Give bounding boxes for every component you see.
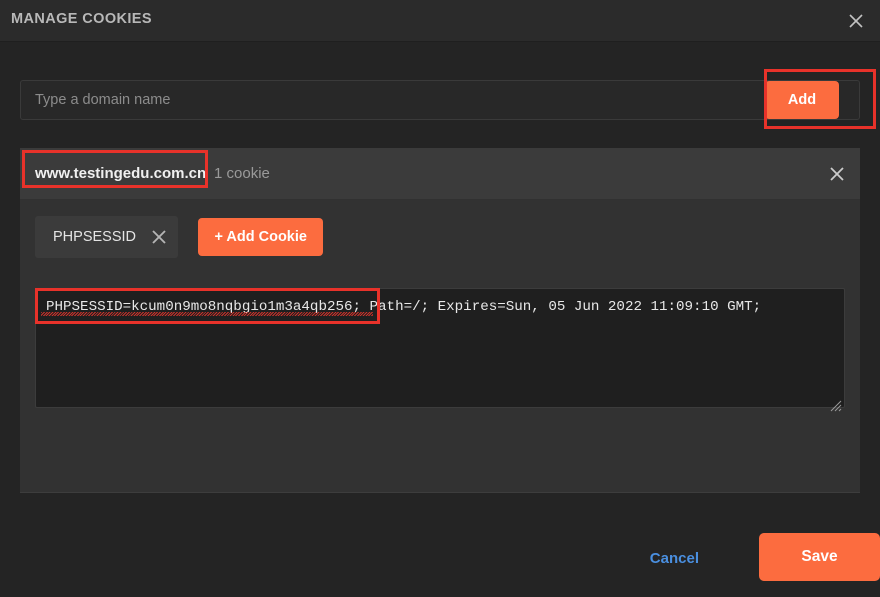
modal-header: MANAGE COOKIES bbox=[0, 0, 880, 42]
remove-cookie-icon[interactable] bbox=[146, 224, 172, 250]
cookie-chip-label: PHPSESSID bbox=[53, 229, 136, 245]
cookie-chip-phpsessid[interactable]: PHPSESSID bbox=[35, 216, 178, 258]
cancel-button[interactable]: Cancel bbox=[650, 550, 699, 567]
domain-card: www.testingedu.com.cn 1 cookie PHPSESSID bbox=[20, 148, 880, 581]
remove-domain-icon[interactable] bbox=[822, 159, 852, 189]
add-cookie-button[interactable]: + Add Cookie bbox=[198, 218, 323, 256]
modal-body: Add www.testingedu.com.cn 1 cookie PHPSE… bbox=[0, 43, 880, 581]
domain-add-row bbox=[20, 80, 860, 120]
cookie-count-label: 1 cookie bbox=[214, 165, 270, 182]
add-domain-button[interactable]: Add bbox=[765, 81, 839, 119]
domain-name-label: www.testingedu.com.cn bbox=[35, 165, 207, 182]
page-title: MANAGE COOKIES bbox=[11, 11, 152, 27]
cookie-value-textarea[interactable] bbox=[35, 288, 845, 408]
domain-card-header: www.testingedu.com.cn 1 cookie bbox=[20, 148, 860, 200]
footer-actions: Cancel Save bbox=[40, 533, 880, 597]
cookie-chip-row: PHPSESSID + Add Cookie bbox=[35, 216, 323, 258]
save-button[interactable]: Save bbox=[759, 533, 880, 581]
close-icon[interactable] bbox=[841, 6, 871, 36]
domain-name-input[interactable] bbox=[20, 80, 860, 120]
